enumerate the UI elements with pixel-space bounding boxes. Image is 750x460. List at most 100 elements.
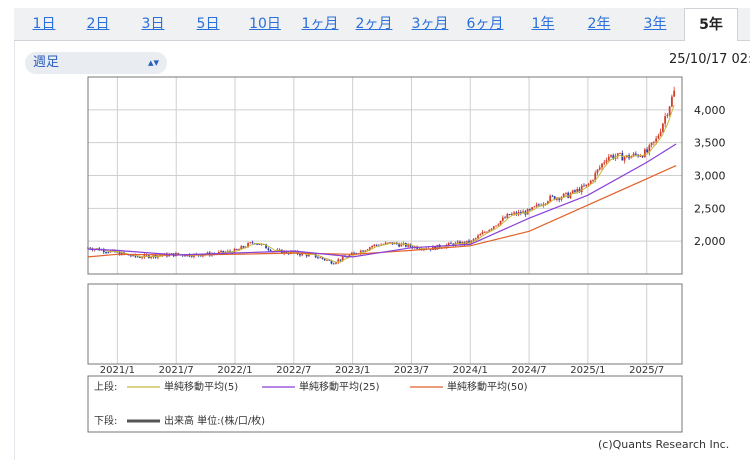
candle-body	[138, 257, 141, 258]
candle-body	[504, 217, 506, 219]
volume-pane-frame	[87, 283, 683, 365]
candle-body	[323, 258, 326, 261]
x-tick-label: 2024/1	[453, 365, 488, 376]
candle-body	[353, 252, 355, 254]
candle-body	[450, 242, 452, 244]
candle-body	[481, 232, 484, 235]
legend-ma25-label: 単純移動平均(25)	[299, 380, 380, 393]
candle-body	[587, 183, 590, 185]
price-y-ticks: 2,000 2,500 3,000 3,500 4,000	[694, 104, 726, 248]
candle-body	[596, 169, 599, 173]
candle-body	[492, 226, 495, 229]
y-tick-label: 2,500	[694, 202, 726, 215]
candle-body	[537, 204, 540, 206]
candle-body	[339, 259, 342, 261]
candle-body	[107, 252, 110, 254]
x-tick-label: 2022/1	[217, 365, 252, 376]
legend-ma50-label: 単純移動平均(50)	[447, 380, 528, 393]
candle-body	[332, 263, 335, 265]
candle-body	[477, 235, 479, 239]
x-tick-label: 2025/1	[570, 365, 605, 376]
candle-body	[335, 262, 337, 264]
candle-body	[242, 246, 245, 248]
legend-volume-label: 出来高 単位:(株/口/枚)	[164, 414, 265, 427]
candle-body	[533, 206, 536, 208]
candle-body	[501, 217, 504, 221]
y-tick-label: 3,500	[694, 137, 726, 150]
candle-body	[551, 195, 554, 197]
x-ticks: 2021/1 2021/7 2022/1 2022/7 2023/1 2023/7 2024…	[100, 365, 664, 376]
candle-body	[513, 212, 515, 214]
candle-body	[585, 184, 588, 187]
candle-body	[531, 207, 534, 210]
candle-body	[574, 190, 576, 192]
candle-body	[319, 257, 322, 259]
candle-body	[652, 141, 655, 143]
candle-body	[220, 250, 222, 252]
candle-body	[251, 242, 254, 244]
candle-body	[605, 160, 608, 163]
y-tick-label: 3,000	[694, 170, 726, 183]
candle-body	[136, 256, 139, 258]
candle-body	[267, 248, 270, 250]
candle-body	[490, 228, 493, 230]
candle-body	[479, 234, 482, 236]
candle-body	[506, 214, 509, 218]
candle-body	[601, 163, 603, 168]
candle-body	[549, 195, 552, 202]
candle-body	[673, 90, 676, 97]
candle-body	[456, 241, 459, 243]
candle-body	[657, 135, 660, 139]
candle-body	[565, 192, 567, 194]
candle-body	[659, 131, 662, 136]
candle-body	[664, 116, 667, 124]
candle-body	[528, 209, 531, 210]
candle-body	[362, 250, 364, 252]
candle-body	[508, 214, 511, 215]
candle-body	[317, 257, 319, 259]
y-tick-label: 4,000	[694, 104, 726, 117]
x-tick-label: 2021/7	[159, 365, 194, 376]
candle-body	[150, 257, 153, 259]
candle-body	[610, 155, 612, 157]
candle-body	[105, 252, 107, 253]
candle-body	[184, 255, 186, 257]
candle-body	[598, 167, 601, 170]
candle-body	[474, 238, 477, 240]
candle-body	[619, 153, 621, 154]
candle-body	[497, 224, 500, 226]
x-tick-label: 2024/7	[511, 365, 546, 376]
candle-body	[495, 225, 497, 227]
candle-body	[650, 142, 653, 146]
candle-body	[141, 257, 144, 259]
candle-body	[607, 156, 610, 161]
credit: (c)Quants Research Inc.	[598, 438, 730, 451]
x-tick-label: 2025/7	[629, 365, 664, 376]
candle-body	[535, 204, 538, 207]
candle-body	[634, 153, 637, 155]
candle-body	[576, 189, 579, 192]
candle-body	[646, 149, 649, 153]
y-tick-label: 2,000	[694, 235, 726, 248]
candle-body	[299, 254, 301, 256]
candle-body	[371, 246, 373, 248]
candle-body	[375, 244, 378, 246]
legend-ma5-label: 単純移動平均(5)	[164, 380, 238, 393]
candle-body	[249, 242, 252, 244]
x-tick-label: 2023/1	[335, 365, 370, 376]
candle-body	[671, 96, 673, 107]
candle-body	[326, 259, 328, 261]
candle-body	[668, 106, 671, 115]
volume-grid	[116, 284, 648, 364]
x-tick-label: 2022/7	[276, 365, 311, 376]
candle-body	[567, 192, 570, 198]
candle-body	[666, 114, 669, 117]
legend-lower-label: 下段:	[94, 414, 117, 427]
stock-chart: 2,000 2,500 3,000 3,500 4,000 2021/1 2021/7 20…	[87, 76, 726, 433]
x-tick-label: 2021/1	[100, 365, 135, 376]
candle-body	[386, 242, 389, 244]
candle-body	[269, 249, 272, 252]
candle-body	[643, 149, 646, 158]
candle-body	[447, 242, 450, 246]
candle-body	[483, 231, 486, 233]
